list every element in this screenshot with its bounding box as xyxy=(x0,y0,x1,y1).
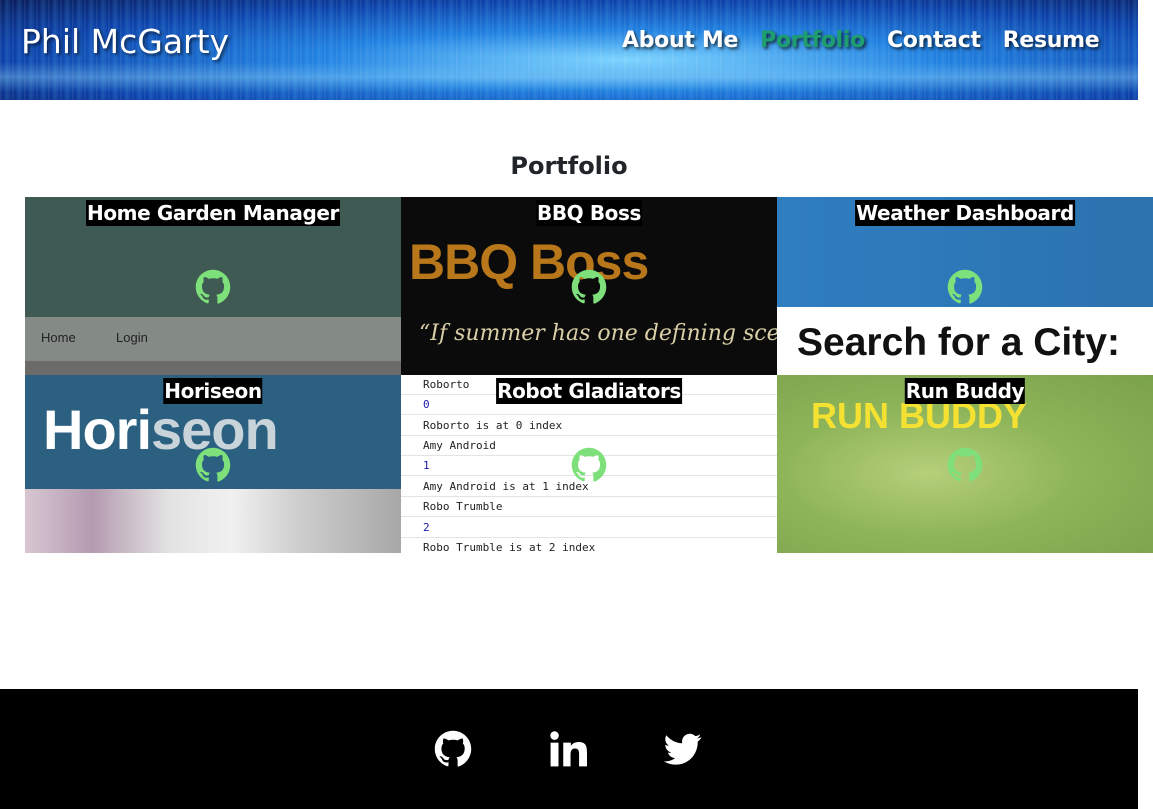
github-icon[interactable] xyxy=(571,269,607,305)
main-nav: About Me Portfolio Contact Resume xyxy=(622,28,1100,53)
project-card-run-buddy[interactable]: RUN BUDDY Run Buddy xyxy=(777,375,1153,553)
github-icon[interactable] xyxy=(195,269,231,305)
preview-nav-login: Login xyxy=(116,330,148,345)
project-title: Home Garden Manager xyxy=(86,200,340,226)
site-brand[interactable]: Phil McGarty xyxy=(21,22,229,61)
twitter-icon[interactable] xyxy=(663,730,702,768)
site-footer xyxy=(0,689,1138,809)
nav-portfolio[interactable]: Portfolio xyxy=(760,28,865,53)
preview-logo: Horiseon xyxy=(43,398,279,461)
github-icon[interactable] xyxy=(195,447,231,483)
preview-navbar: Home Login xyxy=(25,317,401,375)
github-icon[interactable] xyxy=(434,730,472,768)
site-header: Phil McGarty About Me Portfolio Contact … xyxy=(0,0,1138,100)
preview-photo xyxy=(25,489,401,553)
console-line: Robo Trumble is at 2 index xyxy=(401,538,777,553)
project-card-weather-dashboard[interactable]: Search for a City: Weather Dashboard xyxy=(777,197,1153,375)
project-card-home-garden-manager[interactable]: Home Login Home Garden Manager xyxy=(25,197,401,375)
github-icon[interactable] xyxy=(947,447,983,483)
console-line: Robo Trumble xyxy=(401,497,777,517)
project-title: Weather Dashboard xyxy=(855,200,1075,226)
portfolio-grid: Home Login Home Garden Manager BBQ Boss … xyxy=(25,197,1153,553)
project-title: BBQ Boss xyxy=(535,200,643,226)
project-card-horiseon[interactable]: Horiseon Horiseon xyxy=(25,375,401,553)
project-title: Robot Gladiators xyxy=(496,378,682,404)
preview-quote: “If summer has one defining scent, it’d … xyxy=(419,321,777,346)
console-line: 2 xyxy=(401,518,777,538)
preview-heading: BBQ Boss xyxy=(409,234,649,290)
project-title: Horiseon xyxy=(163,378,263,404)
github-icon[interactable] xyxy=(571,447,607,483)
project-card-robot-gladiators[interactable]: Roborto 0 Roborto is at 0 index Amy Andr… xyxy=(401,375,777,553)
project-card-bbq-boss[interactable]: BBQ Boss “If summer has one defining sce… xyxy=(401,197,777,375)
preview-heading: Search for a City: xyxy=(797,321,1120,364)
linkedin-icon[interactable] xyxy=(549,730,587,768)
nav-about-me[interactable]: About Me xyxy=(622,28,738,53)
nav-contact[interactable]: Contact xyxy=(887,28,981,53)
preview-nav-home: Home xyxy=(41,330,76,345)
project-title: Run Buddy xyxy=(904,378,1026,404)
console-line: Roborto is at 0 index xyxy=(401,416,777,436)
github-icon[interactable] xyxy=(947,269,983,305)
portfolio-title: Portfolio xyxy=(510,152,628,180)
nav-resume[interactable]: Resume xyxy=(1003,28,1100,53)
